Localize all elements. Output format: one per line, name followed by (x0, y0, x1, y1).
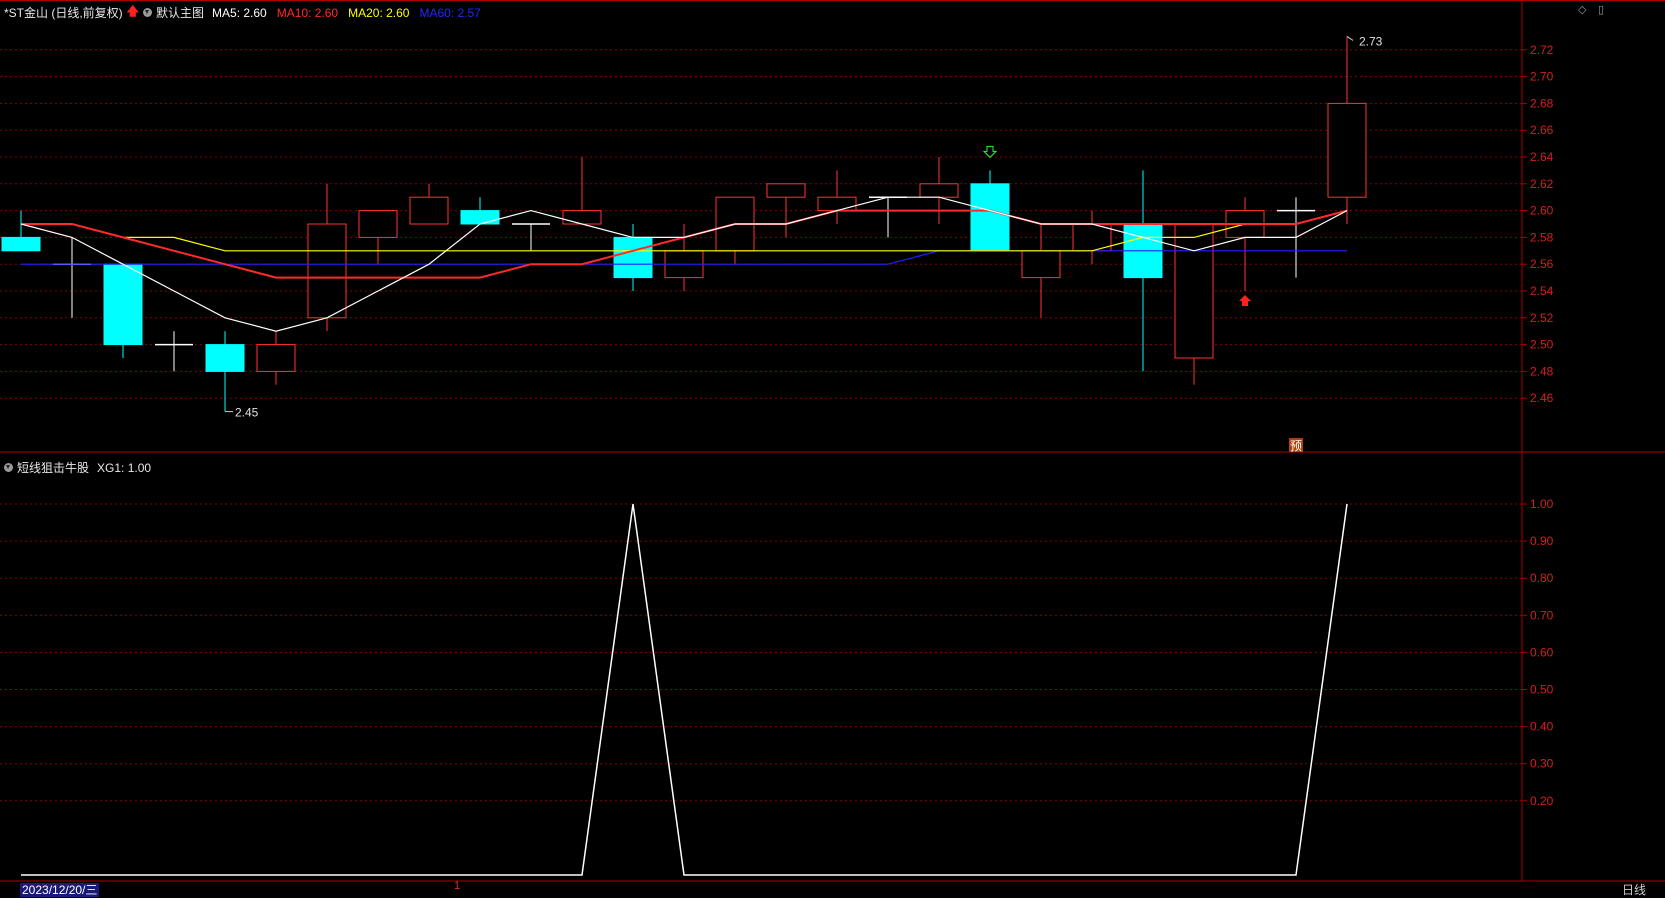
candle-body (409, 196, 449, 225)
candle-body (1, 236, 41, 252)
candle (307, 183, 347, 332)
candle-body (358, 210, 398, 238)
low-label: 2.45 (235, 406, 259, 420)
y-tick-label: 2.62 (1530, 177, 1554, 191)
candle-body (1327, 102, 1367, 198)
ma10-value: MA10: 2.60 (276, 5, 339, 20)
y-tick-label: 0.70 (1530, 608, 1554, 622)
up-arrow-icon: 🡅 (126, 4, 140, 18)
y-tick-label: 0.20 (1530, 794, 1554, 808)
candle-body (205, 344, 245, 372)
y-tick-label: 2.64 (1530, 150, 1554, 164)
candle (358, 210, 398, 265)
y-tick-label: 2.72 (1530, 43, 1554, 57)
candle (817, 170, 857, 224)
y-tick-label: 2.60 (1530, 204, 1554, 218)
y-tick-label: 2.46 (1530, 391, 1554, 405)
chart-canvas[interactable]: 2.46 2.48 2.50 2.52 2.54 2.56 2.58 2.60 2.62 2.64… (0, 0, 1665, 898)
y-tick-label: 0.50 (1530, 683, 1554, 697)
candle (919, 157, 959, 224)
ma20-value: MA20: 2.60 (348, 5, 410, 20)
candle (256, 331, 296, 385)
y-tick-label: 2.52 (1530, 311, 1554, 325)
candle-body (970, 183, 1010, 252)
indicator-name[interactable]: 短线狙击牛股 (17, 459, 89, 476)
y-tick-label: 2.70 (1530, 70, 1554, 84)
candle (562, 157, 602, 225)
collapse-circle-icon[interactable] (4, 463, 13, 472)
cursor-tick: 1 (454, 880, 461, 892)
candle-body (307, 223, 347, 319)
down-arrow-icon (982, 145, 998, 159)
candle-body (256, 344, 296, 372)
y-tick-label: 0.90 (1530, 534, 1554, 548)
indicator-value: XG1: 1.00 (97, 460, 152, 475)
candle (1021, 224, 1061, 318)
y-tick-label: 0.40 (1530, 720, 1554, 734)
candle-body (613, 236, 653, 279)
diamond-icon[interactable]: ◇ (1578, 3, 1586, 16)
candle (766, 183, 806, 238)
y-tick-label: 2.68 (1530, 96, 1554, 110)
candle (53, 237, 91, 318)
candle (205, 331, 245, 412)
y-tick-label: 0.30 (1530, 757, 1554, 771)
candle (155, 331, 193, 372)
candle (103, 263, 143, 358)
candle (1225, 197, 1265, 291)
candle-body (766, 183, 806, 198)
candle (512, 223, 550, 251)
y-tick-label: 1.00 (1530, 497, 1554, 511)
candle (715, 196, 755, 265)
xg1-line (21, 503, 1348, 876)
candle (409, 183, 449, 225)
high-pointer (1346, 35, 1354, 41)
candle-body (1174, 223, 1214, 359)
ma60-value: MA60: 2.57 (419, 5, 481, 20)
candle-body (562, 210, 602, 225)
y-axis-panel: 2.46 2.48 2.50 2.52 2.54 2.56 2.58 2.60 2.62 2.64… (1522, 43, 1554, 808)
high-label: 2.73 (1359, 34, 1383, 48)
timeframe-label[interactable]: 日线 (1622, 881, 1646, 898)
y-tick-label: 0.80 (1530, 571, 1554, 585)
candle-body (1021, 250, 1061, 279)
y-tick-label: 2.56 (1530, 257, 1554, 271)
up-arrow-icon (1239, 295, 1251, 306)
square-icon[interactable]: ▯ (1598, 3, 1604, 16)
candle (1327, 36, 1367, 224)
candle-body (460, 210, 500, 225)
candle (869, 196, 907, 238)
candle-body (817, 196, 857, 212)
indicator-header: 短线狙击牛股 XG1: 1.00 (4, 459, 151, 476)
y-tick-label: 2.50 (1530, 338, 1554, 352)
indicator-panel (21, 503, 1348, 876)
candle (1123, 170, 1163, 372)
stock-title[interactable]: *ST金山 (日线,前复权) (4, 4, 123, 21)
pre-badge-label: 预 (1290, 439, 1302, 453)
template-name[interactable]: 默认主图 (156, 4, 204, 21)
candle-body (919, 183, 959, 198)
candle (1174, 223, 1214, 385)
candle (1072, 210, 1112, 265)
candle (1, 210, 41, 252)
y-tick-label: 2.48 (1530, 364, 1554, 378)
ma5-value: MA5: 2.60 (212, 5, 267, 20)
y-tick-label: 2.58 (1530, 230, 1554, 244)
y-tick-label: 0.60 (1530, 645, 1554, 659)
date-label: 2023/12/20/三 (20, 883, 100, 897)
collapse-circle-icon[interactable] (143, 8, 153, 17)
candle-body (103, 263, 143, 346)
grid-layer (0, 0, 1665, 882)
y-tick-label: 2.66 (1530, 123, 1554, 137)
y-tick-label: 2.54 (1530, 284, 1554, 298)
main-chart-header: *ST金山 (日线,前复权) 🡅 默认主图 MA5: 2.60 MA10: 2.… (4, 2, 481, 23)
